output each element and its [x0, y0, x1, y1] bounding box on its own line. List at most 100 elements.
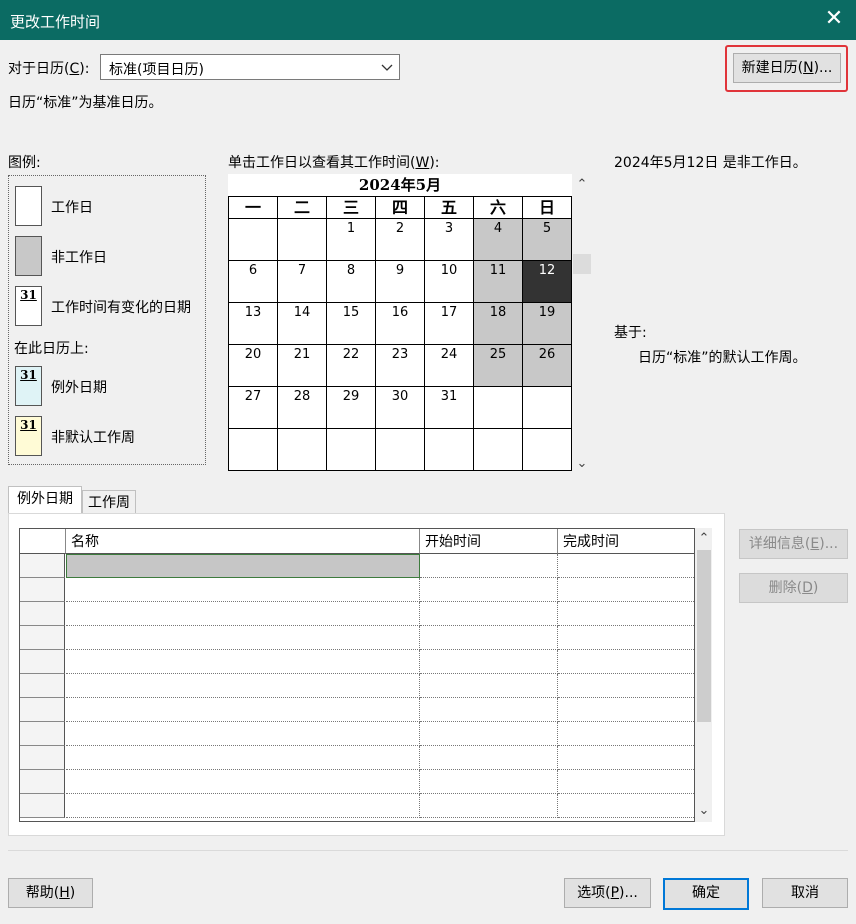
scroll-up-icon[interactable]: ⌃ — [697, 532, 711, 546]
table-row[interactable] — [20, 626, 694, 650]
calendar-day[interactable]: 22 — [327, 345, 376, 387]
start-cell[interactable] — [420, 626, 558, 650]
calendar-day[interactable]: 27 — [229, 387, 278, 429]
start-cell[interactable] — [420, 578, 558, 602]
calendar-day[interactable]: 19 — [523, 303, 571, 345]
calendar-day[interactable]: 18 — [474, 303, 523, 345]
scroll-thumb[interactable] — [697, 550, 711, 722]
tab-exceptions[interactable]: 例外日期 — [8, 486, 82, 514]
name-cell[interactable] — [66, 722, 420, 746]
ok-button[interactable]: 确定 — [663, 878, 749, 910]
row-header[interactable] — [20, 578, 65, 602]
calendar-select[interactable]: 标准(项目日历) — [100, 54, 400, 80]
finish-cell[interactable] — [558, 650, 694, 674]
calendar-day[interactable]: 30 — [376, 387, 425, 429]
calendar-day[interactable]: 14 — [278, 303, 327, 345]
row-header[interactable] — [20, 602, 65, 626]
row-header[interactable] — [20, 698, 65, 722]
name-cell[interactable] — [66, 554, 420, 578]
name-cell[interactable] — [66, 602, 420, 626]
row-header[interactable] — [20, 794, 65, 818]
calendar-day[interactable]: 29 — [327, 387, 376, 429]
help-button[interactable]: 帮助(H) — [8, 878, 93, 908]
calendar-day[interactable]: 5 — [523, 219, 571, 261]
calendar-day[interactable]: 21 — [278, 345, 327, 387]
calendar-day[interactable]: 2 — [376, 219, 425, 261]
table-row[interactable] — [20, 698, 694, 722]
finish-cell[interactable] — [558, 578, 694, 602]
calendar-day[interactable]: 16 — [376, 303, 425, 345]
finish-cell[interactable] — [558, 722, 694, 746]
start-cell[interactable] — [420, 794, 558, 818]
options-button[interactable]: 选项(P)... — [564, 878, 651, 908]
row-header[interactable] — [20, 554, 65, 578]
table-row[interactable] — [20, 794, 694, 818]
row-header[interactable] — [20, 650, 65, 674]
start-cell[interactable] — [420, 674, 558, 698]
calendar-day[interactable]: 15 — [327, 303, 376, 345]
calendar-day[interactable]: 28 — [278, 387, 327, 429]
name-cell[interactable] — [66, 770, 420, 794]
table-row[interactable] — [20, 650, 694, 674]
finish-cell[interactable] — [558, 770, 694, 794]
start-cell[interactable] — [420, 698, 558, 722]
start-cell[interactable] — [420, 554, 558, 578]
calendar-day[interactable]: 4 — [474, 219, 523, 261]
start-cell[interactable] — [420, 770, 558, 794]
start-cell[interactable] — [420, 650, 558, 674]
calendar-day[interactable]: 7 — [278, 261, 327, 303]
table-row[interactable] — [20, 746, 694, 770]
calendar-day[interactable]: 1 — [327, 219, 376, 261]
name-cell[interactable] — [66, 674, 420, 698]
table-row[interactable] — [20, 722, 694, 746]
row-header[interactable] — [20, 722, 65, 746]
table-row[interactable] — [20, 578, 694, 602]
table-scrollbar[interactable]: ⌃ ⌄ — [695, 528, 712, 822]
finish-cell[interactable] — [558, 626, 694, 650]
calendar-day[interactable]: 26 — [523, 345, 571, 387]
column-header-start[interactable]: 开始时间 — [420, 529, 558, 554]
column-header-name[interactable]: 名称 — [66, 529, 420, 554]
exceptions-table[interactable]: 名称 开始时间 完成时间 — [19, 528, 695, 822]
calendar-day[interactable]: 31 — [425, 387, 474, 429]
row-header[interactable] — [20, 626, 65, 650]
calendar-day[interactable]: 9 — [376, 261, 425, 303]
column-header-finish[interactable]: 完成时间 — [558, 529, 694, 554]
cancel-button[interactable]: 取消 — [762, 878, 848, 908]
finish-cell[interactable] — [558, 554, 694, 578]
scroll-down-icon[interactable]: ⌄ — [575, 457, 589, 471]
name-cell[interactable] — [66, 650, 420, 674]
calendar-day[interactable]: 20 — [229, 345, 278, 387]
table-row[interactable] — [20, 554, 694, 578]
calendar-day[interactable]: 11 — [474, 261, 523, 303]
close-icon[interactable]: ✕ — [822, 6, 846, 32]
row-header[interactable] — [20, 674, 65, 698]
scroll-down-icon[interactable]: ⌄ — [697, 804, 711, 818]
finish-cell[interactable] — [558, 698, 694, 722]
name-cell[interactable] — [66, 794, 420, 818]
table-row[interactable] — [20, 770, 694, 794]
calendar-day[interactable]: 24 — [425, 345, 474, 387]
finish-cell[interactable] — [558, 794, 694, 818]
start-cell[interactable] — [420, 602, 558, 626]
calendar-day[interactable]: 25 — [474, 345, 523, 387]
row-header[interactable] — [20, 770, 65, 794]
name-cell[interactable] — [66, 746, 420, 770]
scroll-up-icon[interactable]: ⌃ — [575, 178, 589, 192]
start-cell[interactable] — [420, 722, 558, 746]
table-row[interactable] — [20, 602, 694, 626]
finish-cell[interactable] — [558, 674, 694, 698]
calendar-day[interactable]: 13 — [229, 303, 278, 345]
start-cell[interactable] — [420, 746, 558, 770]
details-button[interactable]: 详细信息(E)... — [739, 529, 848, 559]
calendar-day[interactable]: 10 — [425, 261, 474, 303]
name-cell[interactable] — [66, 698, 420, 722]
new-calendar-button[interactable]: 新建日历(N)... — [733, 53, 841, 83]
calendar-day[interactable]: 6 — [229, 261, 278, 303]
delete-button[interactable]: 删除(D) — [739, 573, 848, 603]
calendar-day[interactable]: 3 — [425, 219, 474, 261]
calendar-scroll-thumb[interactable] — [573, 254, 591, 274]
calendar-day[interactable]: 8 — [327, 261, 376, 303]
row-header[interactable] — [20, 746, 65, 770]
month-calendar[interactable]: 2024年5月 一二三四五六日 1 2 3 4 5 6 7 8 9 10 11 12 13 14 15 16 17… — [228, 174, 572, 471]
